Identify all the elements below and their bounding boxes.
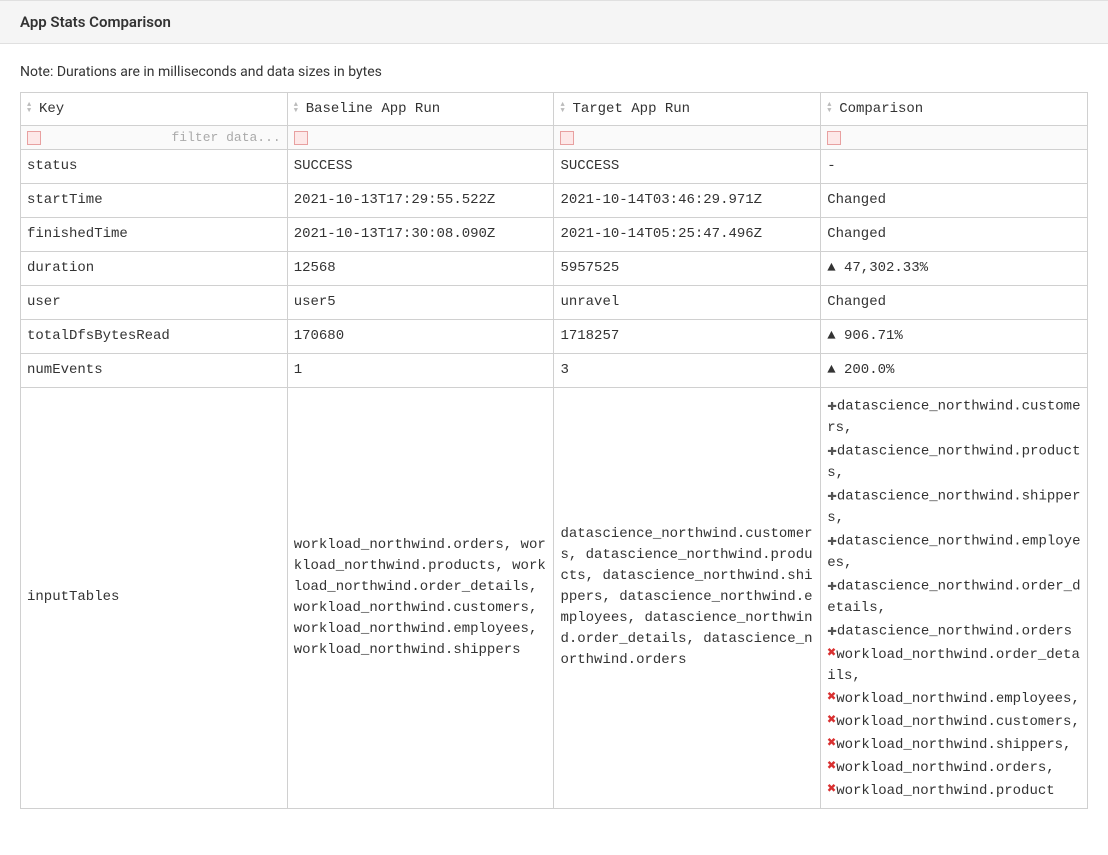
comparison-added-item: ✚datascience_northwind.orders [827, 619, 1081, 643]
plus-icon: ✚ [827, 442, 837, 460]
comparison-removed-item: ✖workload_northwind.order_details, [827, 643, 1081, 687]
x-icon: ✖ [827, 645, 836, 662]
cell-baseline: 2021-10-13T17:29:55.522Z [287, 184, 554, 218]
panel-header: App Stats Comparison [0, 0, 1108, 44]
cell-comparison: ▲ 906.71% [821, 320, 1088, 354]
table-row: inputTablesworkload_northwind.orders, wo… [21, 388, 1088, 809]
cell-key: status [21, 150, 288, 184]
filter-icon[interactable] [827, 131, 841, 145]
cell-target: 3 [554, 354, 821, 388]
cell-key: startTime [21, 184, 288, 218]
cell-comparison: Changed [821, 184, 1088, 218]
table-row: totalDfsBytesRead1706801718257▲ 906.71% [21, 320, 1088, 354]
sort-icon[interactable] [294, 101, 304, 115]
sort-icon[interactable] [827, 101, 837, 115]
x-icon: ✖ [827, 781, 836, 798]
cell-target: 1718257 [554, 320, 821, 354]
cell-comparison: ✚datascience_northwind.customers,✚datasc… [821, 388, 1088, 809]
plus-icon: ✚ [827, 397, 837, 415]
cell-baseline: SUCCESS [287, 150, 554, 184]
filter-input-key[interactable] [45, 130, 281, 145]
note-text: Note: Durations are in milliseconds and … [20, 64, 1088, 80]
table-row: numEvents13▲ 200.0% [21, 354, 1088, 388]
cell-target: datascience_northwind.customers, datasci… [554, 388, 821, 809]
plus-icon: ✚ [827, 532, 837, 550]
cell-baseline: user5 [287, 286, 554, 320]
comparison-removed-item: ✖workload_northwind.orders, [827, 756, 1081, 779]
comparison-added-item: ✚datascience_northwind.shippers, [827, 484, 1081, 529]
column-header-baseline[interactable]: Baseline App Run [287, 93, 554, 126]
comparison-removed-item: ✖workload_northwind.customers, [827, 710, 1081, 733]
cell-target: 5957525 [554, 252, 821, 286]
panel-title: App Stats Comparison [20, 13, 171, 31]
cell-key: inputTables [21, 388, 288, 809]
table-row: useruser5unravelChanged [21, 286, 1088, 320]
cell-baseline: 12568 [287, 252, 554, 286]
cell-comparison: Changed [821, 286, 1088, 320]
cell-key: numEvents [21, 354, 288, 388]
cell-key: totalDfsBytesRead [21, 320, 288, 354]
filter-icon[interactable] [560, 131, 574, 145]
comparison-added-item: ✚datascience_northwind.customers, [827, 394, 1081, 439]
cell-baseline: 170680 [287, 320, 554, 354]
cell-baseline: workload_northwind.orders, workload_nort… [287, 388, 554, 809]
comparison-added-item: ✚datascience_northwind.employees, [827, 529, 1081, 574]
filter-icon[interactable] [27, 131, 41, 145]
cell-baseline: 2021-10-13T17:30:08.090Z [287, 218, 554, 252]
sort-icon[interactable] [560, 101, 570, 115]
comparison-added-item: ✚datascience_northwind.products, [827, 439, 1081, 484]
table-row: finishedTime2021-10-13T17:30:08.090Z2021… [21, 218, 1088, 252]
x-icon: ✖ [827, 735, 836, 752]
cell-comparison: Changed [821, 218, 1088, 252]
cell-comparison: - [821, 150, 1088, 184]
table-row: duration125685957525▲ 47,302.33% [21, 252, 1088, 286]
filter-icon[interactable] [294, 131, 308, 145]
cell-comparison: ▲ 47,302.33% [821, 252, 1088, 286]
sort-icon[interactable] [27, 101, 37, 115]
table-row: startTime2021-10-13T17:29:55.522Z2021-10… [21, 184, 1088, 218]
x-icon: ✖ [827, 689, 836, 706]
plus-icon: ✚ [827, 487, 837, 505]
cell-key: duration [21, 252, 288, 286]
stats-table: Key Baseline App Run Target App Run Comp… [20, 92, 1088, 809]
cell-target: 2021-10-14T05:25:47.496Z [554, 218, 821, 252]
plus-icon: ✚ [827, 577, 837, 595]
cell-target: SUCCESS [554, 150, 821, 184]
x-icon: ✖ [827, 758, 836, 775]
filter-row [21, 126, 1088, 150]
plus-icon: ✚ [827, 622, 837, 640]
comparison-removed-item: ✖workload_northwind.product [827, 779, 1081, 802]
table-header-row: Key Baseline App Run Target App Run Comp… [21, 93, 1088, 126]
comparison-removed-item: ✖workload_northwind.shippers, [827, 733, 1081, 756]
x-icon: ✖ [827, 712, 836, 729]
cell-key: finishedTime [21, 218, 288, 252]
cell-baseline: 1 [287, 354, 554, 388]
column-header-key[interactable]: Key [21, 93, 288, 126]
table-row: statusSUCCESSSUCCESS- [21, 150, 1088, 184]
cell-key: user [21, 286, 288, 320]
comparison-removed-item: ✖workload_northwind.employees, [827, 687, 1081, 710]
column-header-target[interactable]: Target App Run [554, 93, 821, 126]
cell-comparison: ▲ 200.0% [821, 354, 1088, 388]
column-header-comparison[interactable]: Comparison [821, 93, 1088, 126]
cell-target: 2021-10-14T03:46:29.971Z [554, 184, 821, 218]
comparison-added-item: ✚datascience_northwind.order_details, [827, 574, 1081, 619]
cell-target: unravel [554, 286, 821, 320]
